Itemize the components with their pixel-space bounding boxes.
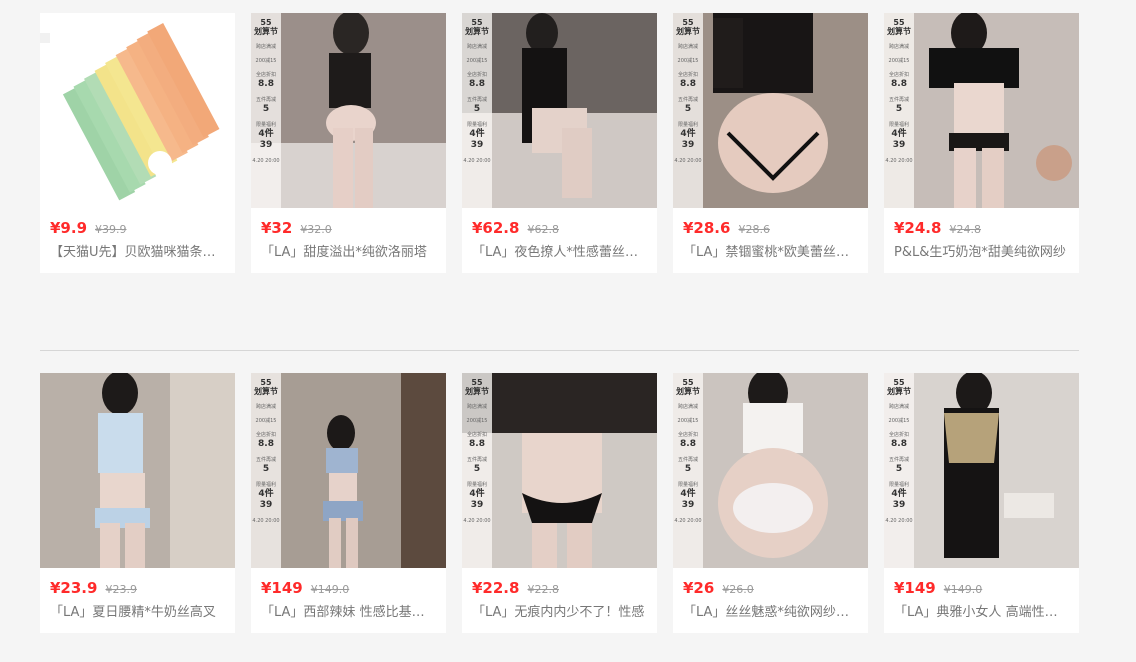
product-card[interactable]: 55 划算节 跨店满减 200减15 全店折扣 8.8 五件再减 5 限量福利 4件 39… [462,373,657,633]
product-original-price: ¥32.0 [300,223,332,236]
product-price: ¥9.9 [50,219,88,237]
product-card[interactable]: ¥9.9 ¥39.9 【天猫U先】贝欧猫咪猫条零食 [40,13,235,273]
product-image[interactable]: 55 划算节 跨店满减 200减15 全店折扣 8.8 五件再减 5 限量福利 4件 39… [462,373,657,568]
product-card[interactable]: 55 划算节 跨店满减 200减15 全店折扣 8.8 五件再减 5 限量福利 4件 39… [673,373,868,633]
product-card[interactable]: 55 划算节 跨店满减 200减15 全店折扣 8.8 五件再减 5 限量福利 4件 39… [884,373,1079,633]
promo-strip: 55 划算节 跨店满减 200减15 全店折扣 8.8 五件再减 5 限量福利 4件 39… [884,373,914,568]
product-original-price: ¥23.9 [105,583,137,596]
promo-strip: 55 划算节 跨店满减 200减15 全店折扣 8.8 五件再减 5 限量福利 4件 39… [884,13,914,208]
section-divider [40,350,1079,351]
product-title[interactable]: P&L&生巧奶泡*甜美纯欲网纱 [894,241,1069,260]
product-title[interactable]: 【天猫U先】贝欧猫咪猫条零食 [50,241,225,260]
product-image[interactable]: 55 划算节 跨店满减 200减15 全店折扣 8.8 五件再减 5 限量福利 4件 39… [462,13,657,208]
product-image[interactable]: 55 划算节 跨店满减 200减15 全店折扣 8.8 五件再减 5 限量福利 4件 39… [251,373,446,568]
product-original-price: ¥149.0 [943,583,983,596]
product-title[interactable]: 「LA」丝丝魅惑*纯欲网纱内裤 [683,601,858,620]
product-card[interactable]: 55 划算节 跨店满减 200减15 全店折扣 8.8 五件再减 5 限量福利 4件 39… [251,13,446,273]
product-original-price: ¥26.0 [722,583,754,596]
product-image[interactable]: 55 划算节 跨店满减 200减15 全店折扣 8.8 五件再减 5 限量福利 4件 39… [673,13,868,208]
promo-strip: 55 划算节 跨店满减 200减15 全店折扣 8.8 五件再减 5 限量福利 4件 39… [673,373,703,568]
product-card[interactable]: 55 划算节 跨店满减 200减15 全店折扣 8.8 五件再减 5 限量福利 4件 39… [673,13,868,273]
product-price: ¥23.9 [50,579,98,597]
product-original-price: ¥24.8 [949,223,981,236]
product-image[interactable] [40,373,235,568]
product-title[interactable]: 「LA」西部辣妹 性感比基尼套装 [261,601,436,620]
product-title[interactable]: 「LA」甜度溢出*纯欲洛丽塔 [261,241,436,260]
product-price: ¥149 [894,579,936,597]
product-card[interactable]: 55 划算节 跨店满减 200减15 全店折扣 8.8 五件再减 5 限量福利 4件 39… [884,13,1079,273]
product-original-price: ¥149.0 [310,583,350,596]
product-image[interactable]: 55 划算节 跨店满减 200减15 全店折扣 8.8 五件再减 5 限量福利 4件 39… [884,13,1079,208]
product-image[interactable]: 55 划算节 跨店满减 200减15 全店折扣 8.8 五件再减 5 限量福利 4件 39… [251,13,446,208]
promo-strip: 55 划算节 跨店满减 200减15 全店折扣 8.8 五件再减 5 限量福利 4件 39… [673,13,703,208]
product-original-price: ¥62.8 [527,223,559,236]
product-card[interactable]: 55 划算节 跨店满减 200减15 全店折扣 8.8 五件再减 5 限量福利 4件 39… [251,373,446,633]
product-price: ¥24.8 [894,219,942,237]
product-title[interactable]: 「LA」无痕内内少不了！性感 [472,601,647,620]
promo-strip: 55 划算节 跨店满减 200减15 全店折扣 8.8 五件再减 5 限量福利 4件 39… [462,13,492,208]
product-original-price: ¥28.6 [738,223,770,236]
product-price: ¥28.6 [683,219,731,237]
product-card[interactable]: 55 划算节 跨店满减 200减15 全店折扣 8.8 五件再减 5 限量福利 4件 39… [462,13,657,273]
promo-strip: 55 划算节 跨店满减 200减15 全店折扣 8.8 五件再减 5 限量福利 4件 39… [251,373,281,568]
product-image[interactable]: 55 划算节 跨店满减 200减15 全店折扣 8.8 五件再减 5 限量福利 4件 39… [884,373,1079,568]
promo-strip: 55 划算节 跨店满减 200减15 全店折扣 8.8 五件再减 5 限量福利 4件 39… [251,13,281,208]
product-title[interactable]: 「LA」夜色撩人*性感蕾丝睡裙 [472,241,647,260]
product-title[interactable]: 「LA」典雅小女人 高端性感睡裙 [894,601,1069,620]
promo-strip: 55 划算节 跨店满减 200减15 全店折扣 8.8 五件再减 5 限量福利 4件 39… [462,373,492,568]
product-image[interactable] [40,13,235,208]
product-card[interactable]: ¥23.9 ¥23.9 「LA」夏日腰精*牛奶丝高叉 [40,373,235,633]
product-title[interactable]: 「LA」夏日腰精*牛奶丝高叉 [50,601,225,620]
product-title[interactable]: 「LA」禁锢蜜桃*欧美蕾丝内裤 [683,241,858,260]
product-image[interactable]: 55 划算节 跨店满减 200减15 全店折扣 8.8 五件再减 5 限量福利 4件 39… [673,373,868,568]
product-price: ¥149 [261,579,303,597]
product-price: ¥32 [261,219,293,237]
product-original-price: ¥22.8 [527,583,559,596]
product-original-price: ¥39.9 [95,223,127,236]
product-price: ¥22.8 [472,579,520,597]
product-price: ¥26 [683,579,715,597]
product-row-1: ¥9.9 ¥39.9 【天猫U先】贝欧猫咪猫条零食 55 划算节 跨店满减 200减… [40,13,1079,273]
product-row-2: ¥23.9 ¥23.9 「LA」夏日腰精*牛奶丝高叉 55 划算节 跨店满减 200… [40,373,1079,633]
product-price: ¥62.8 [472,219,520,237]
